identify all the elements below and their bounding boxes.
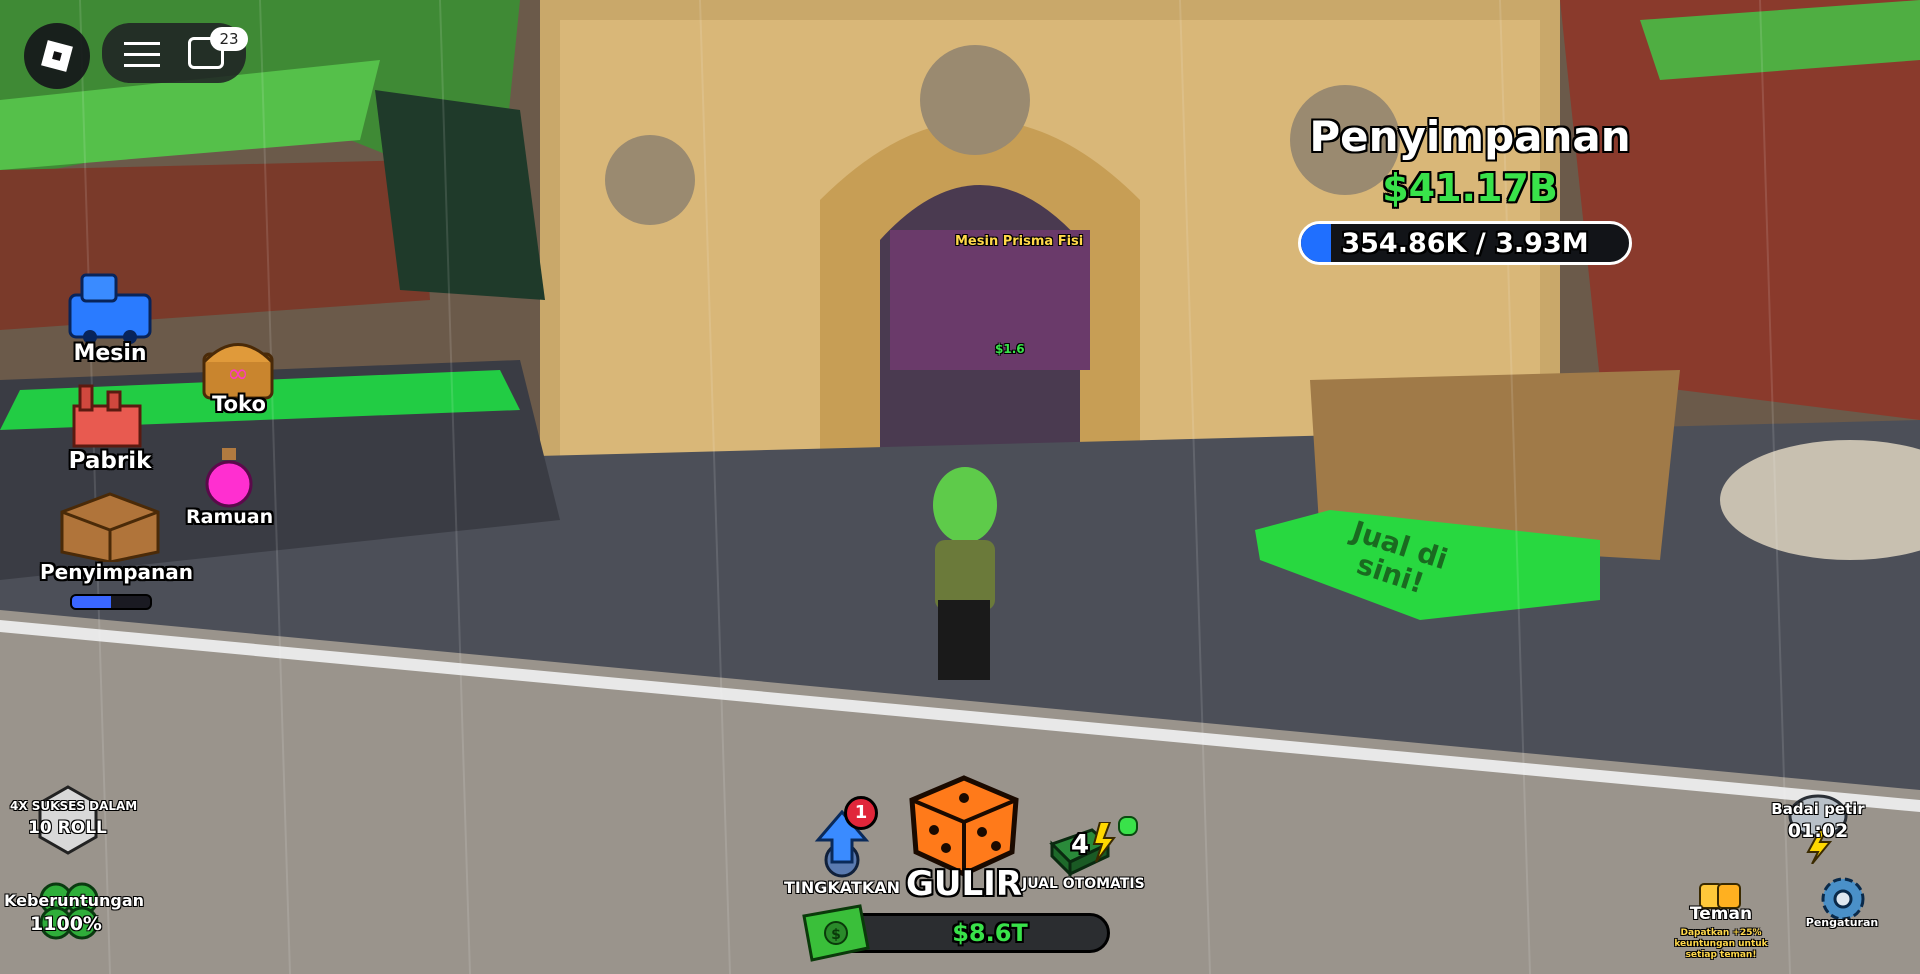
luck-boost-value: 1100% bbox=[30, 913, 102, 935]
toko-label: Toko bbox=[212, 392, 266, 416]
chat-unread-badge: 23 bbox=[210, 27, 248, 51]
ramuan-label: Ramuan bbox=[186, 506, 274, 528]
cash-bill-icon: $ bbox=[802, 904, 870, 962]
friends-label: Teman bbox=[1689, 904, 1753, 924]
storage-progress-bar bbox=[70, 594, 152, 610]
weather-label: Badai petir bbox=[1771, 800, 1865, 818]
storage-title: Penyimpanan bbox=[1309, 112, 1631, 161]
weather-event-indicator: Badai petir 01:02 bbox=[1760, 786, 1876, 872]
mesin-button[interactable]: Mesin bbox=[62, 265, 158, 366]
roblox-menu-button[interactable] bbox=[24, 23, 90, 89]
upgrade-label: TINGKATKAN bbox=[783, 878, 900, 897]
machine-sign-price: $1.6 bbox=[995, 342, 1025, 356]
friends-button[interactable]: Teman Dapatkan +25% keuntungan untuk set… bbox=[1656, 874, 1786, 964]
penyimpanan-label: Penyimpanan bbox=[40, 560, 193, 584]
factory-icon bbox=[72, 384, 142, 448]
cash-bar: $8.6T bbox=[832, 913, 1110, 953]
roll-button[interactable]: GULIR bbox=[902, 774, 1026, 906]
roblox-logo-icon bbox=[41, 40, 73, 72]
storage-progress-fill bbox=[72, 596, 111, 608]
roll-boost-value: 10 ROLL bbox=[28, 818, 107, 838]
svg-text:∞: ∞ bbox=[227, 359, 249, 389]
toko-button[interactable]: ∞ Toko bbox=[196, 332, 282, 420]
upgrade-button[interactable]: 1 TINGKATKAN bbox=[784, 796, 900, 900]
settings-label: Pengaturan bbox=[1805, 916, 1879, 929]
storage-box-icon bbox=[60, 492, 160, 564]
auto-sell-button[interactable]: 4 JUAL OTOMATIS bbox=[1022, 816, 1145, 898]
pabrik-label: Pabrik bbox=[68, 448, 152, 474]
storage-money: $41.17B bbox=[1382, 166, 1558, 210]
penyimpanan-button[interactable]: Penyimpanan bbox=[40, 490, 193, 610]
storage-capacity-bar: 354.86K / 3.93M bbox=[1298, 221, 1632, 265]
auto-sell-active-dot bbox=[1118, 816, 1138, 836]
pabrik-button[interactable]: Pabrik bbox=[60, 378, 160, 478]
topbar-pill: 23 bbox=[102, 23, 248, 83]
cash-value: $8.6T bbox=[952, 919, 1028, 947]
ramuan-button[interactable]: Ramuan bbox=[186, 446, 274, 532]
upgrade-notification-badge: 1 bbox=[844, 796, 878, 830]
svg-text:$: $ bbox=[831, 927, 841, 943]
dice-icon bbox=[909, 775, 1019, 877]
friends-bonus-note: Dapatkan +25% keuntungan untuk setiap te… bbox=[1674, 928, 1768, 960]
roll-boost-indicator: 4X SUKSES DALAM 10 ROLL bbox=[10, 785, 138, 855]
weather-timer: 01:02 bbox=[1787, 820, 1849, 842]
luck-boost-title: Keberuntungan bbox=[4, 891, 145, 910]
settings-button[interactable]: Pengaturan bbox=[1806, 872, 1878, 944]
storage-capacity-text: 354.86K / 3.93M bbox=[1341, 228, 1589, 259]
luck-boost-indicator: Keberuntungan 1100% bbox=[4, 875, 145, 955]
roll-boost-title: 4X SUKSES DALAM bbox=[10, 799, 138, 813]
mesin-label: Mesin bbox=[73, 341, 147, 366]
auto-sell-count: 4 bbox=[1070, 830, 1090, 860]
auto-sell-label: JUAL OTOMATIS bbox=[1022, 876, 1145, 892]
potion-bottle-icon bbox=[205, 448, 253, 508]
hamburger-menu-icon[interactable] bbox=[124, 39, 160, 69]
factory-machine-icon bbox=[68, 273, 152, 344]
machine-sign-title: Mesin Prisma Fisi bbox=[955, 234, 1084, 249]
roll-label: GULIR bbox=[905, 864, 1022, 904]
